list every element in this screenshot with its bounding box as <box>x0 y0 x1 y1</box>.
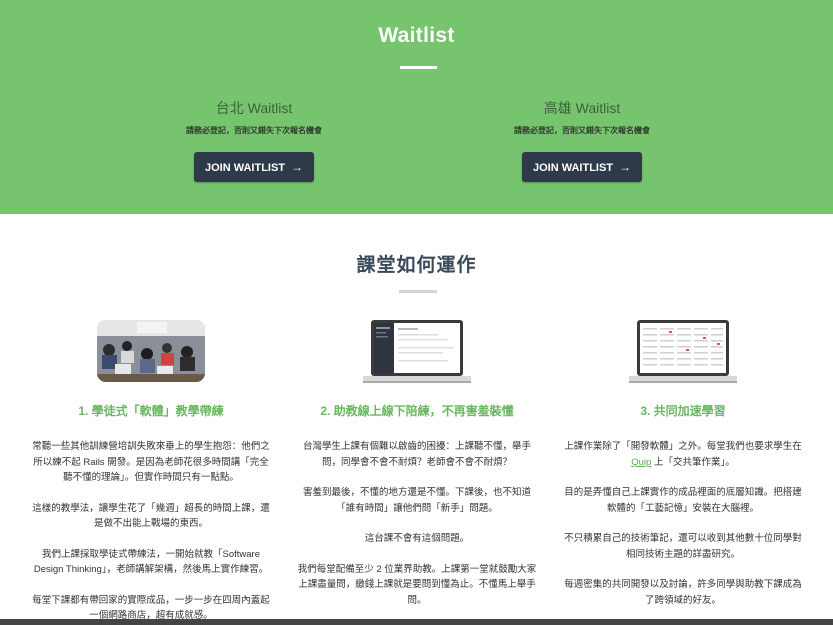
classroom-photo <box>97 320 205 382</box>
feature-column-collaborative: 3. 共同加速學習 上課作業除了「開發軟體」之外。每堂我們也要求學生在 Quip … <box>563 318 803 623</box>
paragraph-text: 上課作業除了「開發軟體」之外。每堂我們也要求學生在 <box>564 441 802 452</box>
kaohsiung-waitlist-note: 請務必登記，否則又錯失下次報名機會 <box>514 126 650 135</box>
arrow-right-icon: → <box>291 160 304 174</box>
feature-paragraph: 我們每堂配備至少 2 位業界助教。上課第一堂就鼓勵大家上課盡量問，繳錢上課就是要… <box>297 563 537 606</box>
feature-title: 3. 共同加速學習 <box>640 404 726 418</box>
feature-paragraph: 害羞到最後，不懂的地方還是不懂。下課後，也不知道「誰有時間」讓他們問「新手」問題… <box>302 487 531 514</box>
paragraph-text: 上「交共筆作業」。 <box>653 456 735 468</box>
laptop-notes-icon <box>629 320 737 383</box>
feature-body: 常聽一些其他訓練營培訓失敗來垂上的學生抱怨：他們之所以練不起 Rails 開發。… <box>31 439 271 624</box>
taipei-join-waitlist-button[interactable]: JOIN WAITLIST → <box>194 152 314 182</box>
illustration-wrap <box>31 318 271 384</box>
feature-column-apprenticeship: 1. 學徒式「軟體」教學帶練 常聽一些其他訓練營培訓失敗來垂上的學生抱怨：他們之… <box>31 318 271 625</box>
taipei-waitlist-title: 台北 Waitlist <box>215 100 293 116</box>
feature-paragraph: 目的是弄懂自己上課實作的成品裡面的底層知識。把搭建軟體的「工藝記憶」安裝在大腦裡… <box>564 487 802 514</box>
feature-paragraph: 這台課不會有這個問題。 <box>364 533 470 544</box>
feature-body: 台灣學生上課有個難以啟齒的困擾：上課聽不懂，舉手問，同學會不會不耐煩？老師會不會… <box>297 439 537 608</box>
illustration-wrap <box>563 318 803 384</box>
feature-body: 上課作業除了「開發軟體」之外。每堂我們也要求學生在 Quip 上「交共筆作業」。 … <box>563 439 803 608</box>
kaohsiung-join-label: JOIN WAITLIST <box>532 162 614 174</box>
bottom-edge <box>0 619 833 625</box>
kaohsiung-join-waitlist-button[interactable]: JOIN WAITLIST → <box>522 152 642 182</box>
feature-column-mentoring: 2. 助教線上線下陪練，不再害羞裝懂 台灣學生上課有個難以啟齒的困擾：上課聽不懂… <box>297 318 537 623</box>
feature-title: 1. 學徒式「軟體」教學帶練 <box>78 404 224 418</box>
kaohsiung-waitlist-title: 高雄 Waitlist <box>543 100 621 116</box>
illustration-wrap <box>297 318 537 384</box>
quip-link[interactable]: Quip <box>631 457 651 468</box>
feature-paragraph: 不只積累自己的技術筆記，還可以收到其他數十位同學對相同技術主題的詳盡研究。 <box>564 533 802 560</box>
arrow-right-icon: → <box>619 160 632 174</box>
feature-paragraph: 這樣的教學法，讓學生花了「幾週」超長的時間上課，還是做不出能上戰場的東西。 <box>32 502 270 530</box>
feature-paragraph: 我們上課採取學徒式帶練法，一開始就教「Software Design Think… <box>33 548 269 576</box>
kaohsiung-waitlist: 高雄 Waitlist 請務必登記，否則又錯失下次報名機會 JOIN WAITL… <box>452 98 712 182</box>
hero-title: Waitlist <box>378 24 455 47</box>
section-divider <box>399 290 437 293</box>
section-title: 課堂如何運作 <box>356 255 477 276</box>
hero-divider <box>400 66 437 69</box>
feature-paragraph: 常聽一些其他訓練營培訓失敗來垂上的學生抱怨：他們之所以練不起 Rails 開發。… <box>32 441 270 483</box>
taipei-waitlist: 台北 Waitlist 請務必登記，否則又錯失下次報名機會 JOIN WAITL… <box>124 98 384 182</box>
taipei-waitlist-note: 請務必登記，否則又錯失下次報名機會 <box>186 126 322 135</box>
feature-paragraph: 每週密集的共同開發以及討論，許多同學與助教下課成為了跨領域的好友。 <box>564 579 802 606</box>
feature-title: 2. 助教線上線下陪練，不再害羞裝懂 <box>320 404 514 418</box>
taipei-join-label: JOIN WAITLIST <box>204 162 286 174</box>
laptop-chat-icon <box>363 320 471 383</box>
feature-paragraph: 台灣學生上課有個難以啟齒的困擾：上課聽不懂，舉手問，同學會不會不耐煩？老師會不會… <box>302 441 531 468</box>
waitlist-hero: Waitlist 台北 Waitlist 請務必登記，否則又錯失下次報名機會 J… <box>0 0 833 214</box>
feature-paragraph: 上課作業除了「開發軟體」之外。每堂我們也要求學生在 Quip 上「交共筆作業」。 <box>563 439 803 470</box>
